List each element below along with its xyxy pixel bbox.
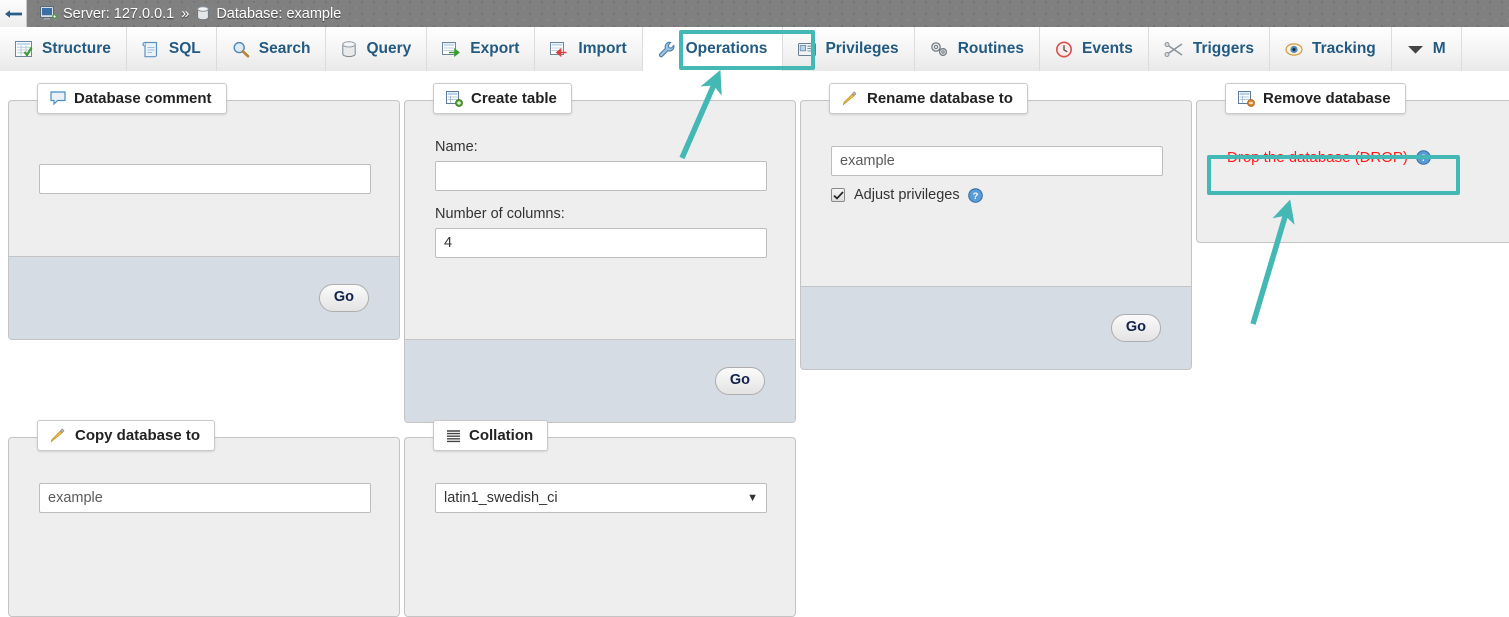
svg-text:?: ?: [1421, 153, 1427, 164]
tab-label: Routines: [958, 41, 1024, 57]
search-icon: [232, 41, 250, 58]
svg-text:?: ?: [972, 191, 978, 202]
copy-database-input[interactable]: [39, 483, 371, 513]
database-icon: [196, 6, 210, 21]
new-table-icon: [446, 91, 463, 107]
triggers-icon: [1164, 42, 1184, 57]
create-table-name-label: Name:: [435, 139, 767, 155]
tab-bar: Structure SQL Search Query Export Import Opera…: [0, 27, 1509, 73]
tab-m[interactable]: M: [1392, 27, 1462, 71]
breadcrumb-server-label[interactable]: Server: 127.0.0.1: [63, 6, 174, 22]
tab-label: SQL: [169, 41, 201, 57]
create-table-panel: Create table Name: Number of columns: Go: [404, 100, 796, 423]
adjust-privileges-row[interactable]: Adjust privileges ?: [831, 187, 1163, 203]
tab-routines[interactable]: Routines: [915, 27, 1040, 71]
tracking-icon: [1285, 42, 1303, 57]
comment-bubble-icon: [50, 91, 66, 106]
tab-triggers[interactable]: Triggers: [1149, 27, 1270, 71]
drop-database-link[interactable]: Drop the database (DROP) ?: [1227, 149, 1431, 166]
collation-selected-value: latin1_swedish_ci: [444, 490, 558, 506]
collation-panel: Collation latin1_swedish_ci ▼: [404, 437, 796, 617]
back-button[interactable]: [0, 0, 27, 27]
collation-legend-label: Collation: [469, 427, 533, 444]
create-table-name-input[interactable]: [435, 161, 767, 191]
lines-icon: [446, 429, 461, 443]
tab-tracking[interactable]: Tracking: [1270, 27, 1392, 71]
server-icon: [40, 6, 57, 21]
create-table-columns-label: Number of columns:: [435, 206, 767, 222]
remove-database-legend: Remove database: [1225, 83, 1406, 114]
wrench-icon: [658, 41, 677, 58]
database-comment-input[interactable]: [39, 164, 371, 194]
tab-label: Export: [470, 41, 519, 57]
database-comment-go-button[interactable]: Go: [319, 284, 369, 312]
tab-query[interactable]: Query: [326, 27, 427, 71]
database-comment-legend-label: Database comment: [74, 90, 212, 107]
tab-label: Tracking: [1312, 41, 1376, 57]
sql-icon: [142, 41, 160, 58]
database-comment-legend: Database comment: [37, 83, 227, 114]
drop-database-link-label: Drop the database (DROP): [1227, 149, 1408, 166]
tab-label: M: [1433, 41, 1446, 57]
import-icon: [550, 41, 569, 57]
back-arrow-icon: [4, 8, 23, 20]
export-icon: [442, 41, 461, 57]
tab-search[interactable]: Search: [217, 27, 327, 71]
help-icon[interactable]: ?: [1416, 150, 1431, 165]
adjust-privileges-checkbox[interactable]: [831, 188, 845, 202]
rename-database-legend-label: Rename database to: [867, 90, 1013, 107]
tab-label: Triggers: [1193, 41, 1254, 57]
remove-database-legend-label: Remove database: [1263, 90, 1391, 107]
tab-export[interactable]: Export: [427, 27, 535, 71]
remove-database-panel: Remove database Drop the database (DROP)…: [1196, 100, 1509, 243]
tab-operations[interactable]: Operations: [643, 27, 784, 71]
routines-icon: [930, 41, 949, 58]
copy-database-legend-label: Copy database to: [75, 427, 200, 444]
rename-database-go-button[interactable]: Go: [1111, 314, 1161, 342]
tab-label: Structure: [42, 41, 111, 57]
rename-database-legend: Rename database to: [829, 83, 1028, 114]
events-icon: [1055, 41, 1073, 58]
tab-events[interactable]: Events: [1040, 27, 1149, 71]
tab-label: Operations: [686, 41, 768, 57]
query-icon: [341, 41, 357, 58]
breadcrumb-separator: »: [181, 6, 189, 22]
chevron-down-icon: [1407, 44, 1424, 55]
tab-label: Events: [1082, 41, 1133, 57]
tab-label: Import: [578, 41, 626, 57]
tab-label: Query: [366, 41, 411, 57]
tab-sql[interactable]: SQL: [127, 27, 217, 71]
structure-icon: [15, 41, 33, 58]
operations-content: Database comment Go Create table Name:: [0, 75, 1509, 525]
create-table-columns-input[interactable]: [435, 228, 767, 258]
collation-select[interactable]: latin1_swedish_ci ▼: [435, 483, 767, 513]
rename-database-panel: Rename database to Adjust privileges ?: [800, 100, 1192, 370]
breadcrumb-bar: Server: 127.0.0.1 » Database: example: [0, 0, 1509, 27]
copy-database-legend: Copy database to: [37, 420, 215, 451]
create-table-legend: Create table: [433, 83, 572, 114]
create-table-go-button[interactable]: Go: [715, 367, 765, 395]
adjust-privileges-label: Adjust privileges: [854, 187, 960, 203]
remove-table-icon: [1238, 91, 1255, 107]
privileges-icon: [798, 42, 816, 57]
tab-privileges[interactable]: Privileges: [783, 27, 914, 71]
tab-label: Search: [259, 41, 311, 57]
pencil-icon: [842, 91, 859, 106]
breadcrumb-database-label[interactable]: Database: example: [216, 6, 341, 22]
rename-database-input[interactable]: [831, 146, 1163, 176]
breadcrumb: Server: 127.0.0.1 » Database: example: [27, 6, 341, 22]
copy-database-panel: Copy database to: [8, 437, 400, 617]
tab-label: Privileges: [825, 41, 898, 57]
tab-import[interactable]: Import: [535, 27, 642, 71]
database-comment-panel: Database comment Go: [8, 100, 400, 340]
pencil-icon: [50, 428, 67, 443]
tab-structure[interactable]: Structure: [0, 27, 127, 71]
collation-legend: Collation: [433, 420, 548, 451]
create-table-legend-label: Create table: [471, 90, 557, 107]
help-icon[interactable]: ?: [968, 188, 983, 203]
chevron-down-icon: ▼: [747, 492, 758, 504]
